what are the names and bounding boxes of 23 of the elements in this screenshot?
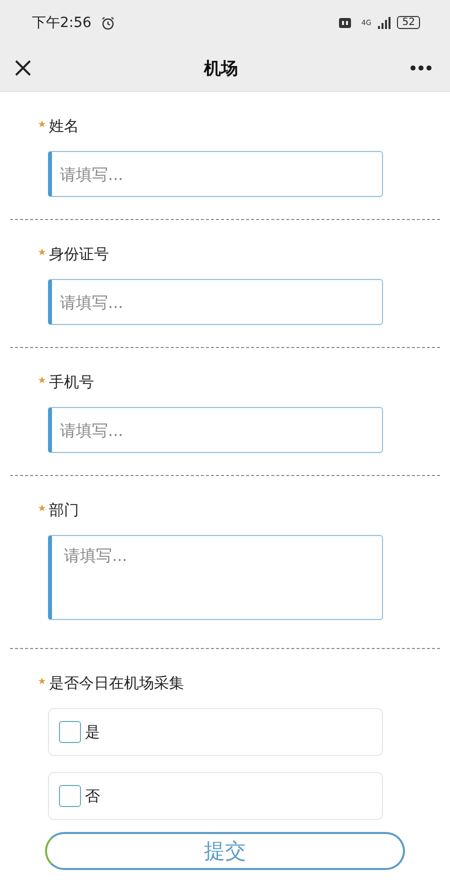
input-field[interactable]: 请填写... <box>48 151 383 197</box>
option-row[interactable]: 否 <box>48 772 383 820</box>
alarm-icon <box>101 16 116 30</box>
signal-icon <box>377 16 392 28</box>
field-label: 手机号 <box>49 372 94 392</box>
checkbox[interactable] <box>59 785 81 807</box>
question-label: 是否今日在机场采集 <box>49 674 184 692</box>
input-field[interactable]: 请填写... <box>48 279 383 325</box>
page-title: 机场 <box>204 58 238 80</box>
status-time: 下午2:56 <box>32 14 92 32</box>
input-field[interactable]: 请填写... <box>48 535 383 620</box>
option-label: 是 <box>85 722 100 742</box>
checkbox[interactable] <box>59 721 81 743</box>
battery-indicator: 52 <box>397 16 420 29</box>
option-row[interactable]: 是 <box>48 708 383 756</box>
field-label: 姓名 <box>49 116 79 136</box>
field-label: 身份证号 <box>49 244 109 264</box>
field-label: 部门 <box>49 500 79 520</box>
option-label: 否 <box>85 786 100 806</box>
input-field[interactable]: 请填写... <box>48 407 383 453</box>
more-icon[interactable] <box>410 65 432 71</box>
hd-icon <box>339 18 352 28</box>
close-icon[interactable] <box>14 59 32 77</box>
